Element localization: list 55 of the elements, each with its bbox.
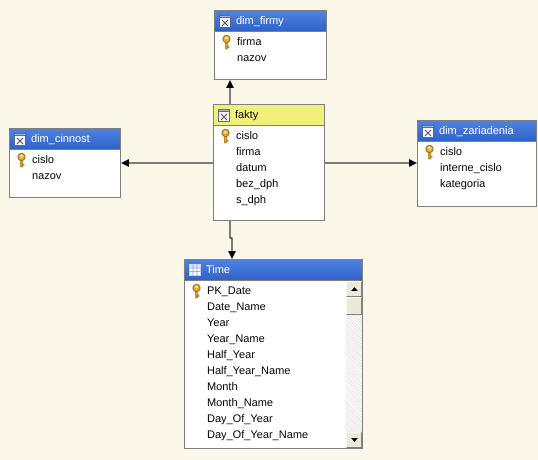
column-name[interactable]: datum bbox=[233, 162, 267, 174]
key-icon bbox=[424, 144, 434, 160]
table-card[interactable]: Time PK_Date Date_Name Year Year_Name Half_Year Half_Year_Name Month Month_Name Day_Of_Year Day_Of_Year_Name bbox=[184, 259, 363, 449]
table-card[interactable]: dim_zariadenia cislo interne_cislo kategoria bbox=[417, 120, 537, 207]
column-name[interactable]: cislo bbox=[233, 130, 258, 142]
key-icon bbox=[192, 284, 200, 298]
column-name[interactable]: cislo bbox=[437, 146, 462, 158]
key-icon bbox=[222, 34, 230, 50]
column-name[interactable]: nazov bbox=[234, 52, 266, 64]
table-card[interactable]: dim_cinnost cislo nazov bbox=[9, 128, 121, 198]
column-name[interactable]: Date_Name bbox=[204, 301, 266, 313]
table-card[interactable]: dim_firmy firma nazov bbox=[214, 10, 327, 80]
query-table-icon bbox=[422, 124, 434, 138]
column-name[interactable]: Month bbox=[204, 381, 238, 393]
query-table-icon bbox=[219, 14, 231, 28]
scroll-up-icon bbox=[350, 287, 358, 291]
column-name[interactable]: kategoria bbox=[437, 178, 486, 190]
table-title: fakty bbox=[235, 109, 258, 121]
table-header[interactable]: Time bbox=[185, 260, 362, 281]
column-name[interactable]: s_dph bbox=[233, 194, 266, 206]
column-name[interactable]: Half_Year bbox=[204, 349, 255, 361]
column-name[interactable]: cislo bbox=[29, 154, 54, 166]
column-name[interactable]: Year_Name bbox=[204, 333, 265, 345]
column-name[interactable]: Month_Name bbox=[204, 397, 274, 409]
table-header[interactable]: fakty bbox=[214, 105, 324, 126]
table-title: dim_zariadenia bbox=[439, 125, 514, 137]
table-title: dim_firmy bbox=[236, 15, 284, 27]
column-name[interactable]: bez_dph bbox=[233, 178, 278, 190]
scrollbar[interactable] bbox=[346, 281, 362, 448]
column-name[interactable]: Year bbox=[204, 317, 230, 329]
key-icon bbox=[16, 152, 26, 168]
table-title: Time bbox=[206, 264, 230, 276]
table-header[interactable]: dim_zariadenia bbox=[418, 121, 536, 142]
relationship-arrow[interactable] bbox=[228, 220, 236, 259]
relationship-arrow[interactable] bbox=[226, 80, 234, 104]
query-table-icon bbox=[218, 108, 230, 122]
key-icon bbox=[220, 128, 230, 144]
column-name[interactable]: nazov bbox=[29, 170, 62, 182]
scroll-down-icon bbox=[350, 438, 358, 442]
column-name[interactable]: firma bbox=[233, 146, 260, 158]
column-name[interactable]: Day_Of_Year bbox=[204, 413, 273, 425]
scrollbar-thumb[interactable] bbox=[346, 297, 362, 315]
column-name[interactable]: Day_Of_Year_Name bbox=[204, 429, 308, 441]
column-name[interactable]: interne_cislo bbox=[437, 162, 502, 174]
query-table-icon bbox=[14, 132, 26, 146]
column-name[interactable]: firma bbox=[234, 36, 262, 48]
relationship-arrow[interactable] bbox=[121, 159, 214, 167]
table-header[interactable]: dim_cinnost bbox=[10, 129, 120, 150]
table-title: dim_cinnost bbox=[31, 133, 90, 145]
table-card[interactable]: fakty cislo firma datum bez_dph s_dph bbox=[213, 104, 325, 221]
column-name[interactable]: Half_Year_Name bbox=[204, 365, 290, 377]
relationship-arrow[interactable] bbox=[324, 159, 417, 167]
column-name[interactable]: PK_Date bbox=[204, 285, 252, 297]
table-header[interactable]: dim_firmy bbox=[215, 11, 326, 32]
table-icon bbox=[189, 264, 201, 276]
